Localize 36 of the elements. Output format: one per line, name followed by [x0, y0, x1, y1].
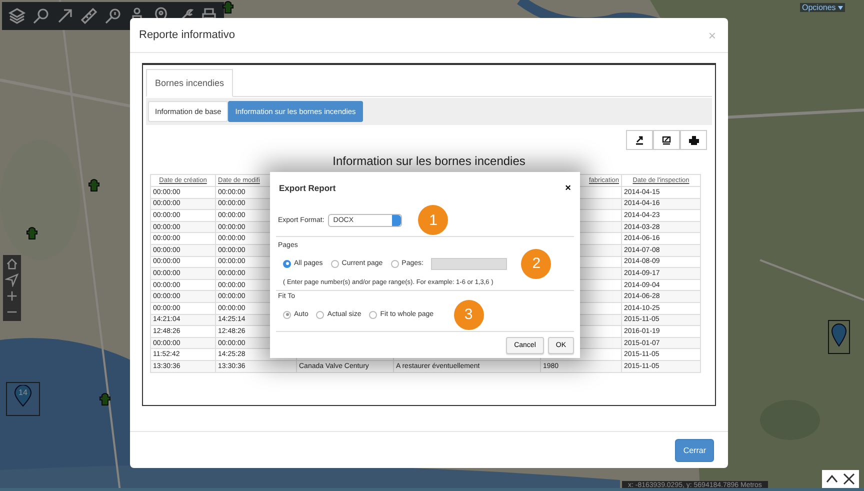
pin-search-icon[interactable]	[104, 7, 122, 25]
pages-input[interactable]	[431, 258, 508, 270]
printer-icon	[688, 136, 698, 144]
close-icon[interactable]	[842, 472, 856, 486]
close-button[interactable]: Cerrar	[675, 438, 714, 462]
report-title: Information sur les bornes incendies	[332, 154, 526, 168]
step-badge: 3	[454, 300, 484, 330]
caret-icon	[838, 6, 843, 10]
radio-icon[interactable]	[283, 310, 291, 318]
arrow-icon[interactable]	[56, 7, 74, 25]
step-badge: 2	[521, 248, 552, 278]
export-icon	[635, 136, 644, 144]
radio-icon[interactable]	[390, 260, 399, 268]
locate-icon[interactable]	[5, 273, 19, 287]
modal-title: Reporte informativo	[139, 29, 235, 41]
home-icon[interactable]	[5, 257, 19, 271]
export-image-button[interactable]	[653, 130, 680, 150]
hydrant-icon[interactable]	[88, 178, 100, 192]
pin-icon	[14, 385, 32, 407]
export-button[interactable]	[626, 130, 653, 150]
zoom-in-icon[interactable]	[5, 289, 19, 303]
radio-icon[interactable]	[369, 310, 378, 318]
search-icon[interactable]	[32, 7, 50, 25]
radio-icon[interactable]	[316, 310, 324, 318]
cluster-count: 14	[18, 388, 28, 397]
ruler-icon[interactable]	[80, 7, 98, 25]
layers-icon[interactable]	[8, 7, 26, 25]
print-button[interactable]	[680, 130, 707, 150]
export-icon	[662, 136, 671, 144]
step-badge: 1	[418, 205, 448, 235]
radio-icon[interactable]	[283, 260, 291, 268]
radio-icon[interactable]	[330, 260, 339, 268]
hydrant-icon[interactable]	[222, 0, 234, 14]
hydrant-icon[interactable]	[26, 226, 38, 240]
tab[interactable]: Bornes incendies	[146, 69, 234, 97]
hydrant-icon[interactable]	[99, 392, 111, 406]
